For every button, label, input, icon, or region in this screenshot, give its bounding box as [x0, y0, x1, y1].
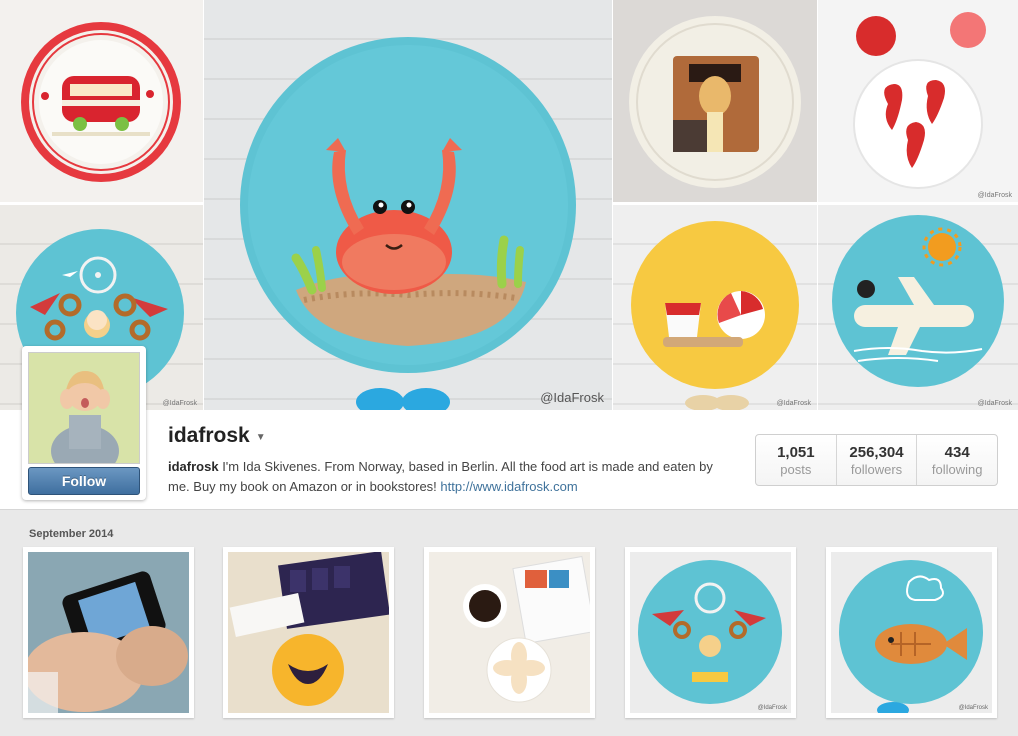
stat-posts-label: posts: [780, 461, 812, 477]
bio-username: idafrosk: [168, 459, 219, 474]
watermark: @IdaFrosk: [540, 390, 604, 405]
cover-photo-crab-plate[interactable]: @IdaFrosk: [204, 0, 612, 410]
bio-link[interactable]: http://www.idafrosk.com: [440, 479, 577, 494]
watermark: @IdaFrosk: [977, 400, 1012, 407]
stat-posts[interactable]: 1,051 posts: [756, 435, 837, 485]
section-date-label: September 2014: [29, 528, 114, 540]
stat-following-value: 434: [944, 443, 970, 461]
watermark: @IdaFrosk: [162, 400, 197, 407]
profile-stats: 1,051 posts 256,304 followers 434 follow…: [755, 434, 998, 486]
watermark: @IdaFrosk: [757, 705, 787, 711]
cover-photo-airplane-plate[interactable]: @IdaFrosk: [818, 205, 1018, 410]
stat-following-label: following: [931, 461, 983, 477]
cover-mosaic: @IdaFrosk @IdaFrosk @IdaFrosk @IdaFrosk …: [0, 0, 1018, 410]
cover-photo-beach-plate[interactable]: @IdaFrosk: [613, 205, 817, 410]
stat-followers-label: followers: [850, 461, 903, 477]
cover-photo-bus-plate[interactable]: [0, 0, 203, 202]
feed-thumb-fish-plate[interactable]: @IdaFrosk: [826, 547, 997, 718]
cover-photo-strawberry-plate[interactable]: @IdaFrosk: [818, 0, 1018, 202]
feed-thumb-coffee-apple[interactable]: [424, 547, 595, 718]
username: idafrosk: [168, 424, 250, 447]
caret-down-icon[interactable]: ▼: [256, 432, 266, 443]
cover-photo-portrait-plate[interactable]: [613, 0, 817, 202]
avatar[interactable]: [28, 352, 140, 464]
stat-following[interactable]: 434 following: [917, 435, 997, 485]
stat-followers[interactable]: 256,304 followers: [837, 435, 918, 485]
watermark: @IdaFrosk: [776, 400, 811, 407]
username-row: idafrosk ▼: [168, 424, 266, 448]
follow-button[interactable]: Follow: [28, 467, 140, 495]
feed-thumb-fair-plate[interactable]: @IdaFrosk: [625, 547, 796, 718]
feed-thumb-book-box[interactable]: [223, 547, 394, 718]
watermark: @IdaFrosk: [958, 705, 988, 711]
stat-posts-value: 1,051: [777, 443, 815, 461]
stat-followers-value: 256,304: [849, 443, 904, 461]
avatar-card: Follow: [22, 346, 146, 500]
feed-thumb-phone[interactable]: [23, 547, 194, 718]
profile-bio: idafrosk I'm Ida Skivenes. From Norway, …: [168, 457, 728, 497]
watermark: @IdaFrosk: [977, 192, 1012, 199]
